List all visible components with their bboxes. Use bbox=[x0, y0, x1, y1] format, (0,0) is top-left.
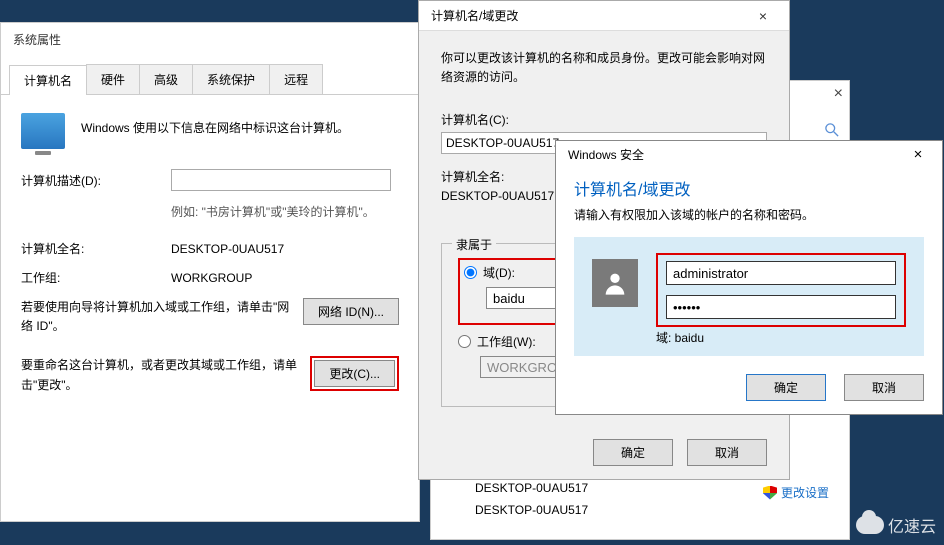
ok-button[interactable]: 确定 bbox=[746, 374, 826, 401]
network-id-para: 若要使用向导将计算机加入域或工作组，请单击"网络 ID"。 bbox=[21, 298, 301, 336]
tab-computer-name[interactable]: 计算机名 bbox=[9, 65, 87, 95]
close-icon[interactable]: × bbox=[900, 146, 936, 163]
watermark-logo: 亿速云 bbox=[856, 513, 936, 537]
username-input[interactable] bbox=[666, 261, 896, 285]
computer-name-item: DESKTOP-0UAU517 bbox=[475, 503, 588, 517]
ok-button[interactable]: 确定 bbox=[593, 439, 673, 466]
fullname-value: DESKTOP-0UAU517 bbox=[171, 242, 284, 256]
close-icon[interactable]: × bbox=[834, 85, 843, 103]
windows-security-dialog: Windows 安全 × 计算机名/域更改 请输入有权限加入该域的帐户的名称和密… bbox=[555, 140, 943, 415]
shield-icon bbox=[763, 486, 777, 500]
tab-advanced[interactable]: 高级 bbox=[139, 64, 193, 94]
highlight-box: 更改(C)... bbox=[310, 356, 399, 391]
fullname-label: 计算机全名: bbox=[21, 240, 171, 257]
domain-label: 域: baidu bbox=[656, 329, 906, 346]
computer-name-item: DESKTOP-0UAU517 bbox=[475, 481, 588, 495]
description-input[interactable] bbox=[171, 169, 391, 191]
change-settings-link[interactable]: 更改设置 bbox=[763, 484, 829, 501]
tab-hardware[interactable]: 硬件 bbox=[86, 64, 140, 94]
highlight-box bbox=[656, 253, 906, 327]
window-title: 计算机名/域更改 bbox=[431, 7, 518, 24]
cancel-button[interactable]: 取消 bbox=[687, 439, 767, 466]
password-input[interactable] bbox=[666, 295, 896, 319]
search-icon[interactable] bbox=[825, 123, 839, 140]
network-id-button[interactable]: 网络 ID(N)... bbox=[303, 298, 399, 325]
window-title: 系统属性 bbox=[1, 23, 419, 56]
workgroup-value: WORKGROUP bbox=[171, 271, 252, 285]
description-label: 计算机描述(D): bbox=[21, 172, 171, 189]
close-icon[interactable]: × bbox=[743, 8, 783, 24]
change-para: 要重命名这台计算机，或者更改其域或工作组，请单击"更改"。 bbox=[21, 356, 301, 394]
intro-text: Windows 使用以下信息在网络中标识这台计算机。 bbox=[81, 113, 349, 136]
cloud-icon bbox=[856, 516, 884, 534]
system-properties-window: 系统属性 计算机名 硬件 高级 系统保护 远程 Windows 使用以下信息在网… bbox=[0, 22, 420, 522]
group-title: 隶属于 bbox=[452, 236, 496, 253]
workgroup-label: 工作组: bbox=[21, 269, 171, 286]
computer-name-label: 计算机名(C): bbox=[441, 111, 767, 128]
dialog-heading: 计算机名/域更改 bbox=[574, 176, 924, 200]
example-hint: 例如: "书房计算机"或"美玲的计算机"。 bbox=[171, 203, 399, 220]
dialog-subtext: 请输入有权限加入该域的帐户的名称和密码。 bbox=[574, 206, 924, 223]
window-title: Windows 安全 bbox=[568, 146, 644, 163]
tab-system-protection[interactable]: 系统保护 bbox=[192, 64, 270, 94]
change-button[interactable]: 更改(C)... bbox=[314, 360, 395, 387]
user-avatar-icon bbox=[592, 259, 638, 307]
cancel-button[interactable]: 取消 bbox=[844, 374, 924, 401]
tab-bar: 计算机名 硬件 高级 系统保护 远程 bbox=[1, 64, 419, 95]
credentials-panel: 域: baidu bbox=[574, 237, 924, 356]
domain-radio[interactable] bbox=[464, 266, 477, 279]
tab-remote[interactable]: 远程 bbox=[269, 64, 323, 94]
description-text: 你可以更改该计算机的名称和成员身份。更改可能会影响对网络资源的访问。 bbox=[441, 49, 767, 87]
workgroup-radio[interactable] bbox=[458, 335, 471, 348]
computer-icon bbox=[21, 113, 65, 149]
